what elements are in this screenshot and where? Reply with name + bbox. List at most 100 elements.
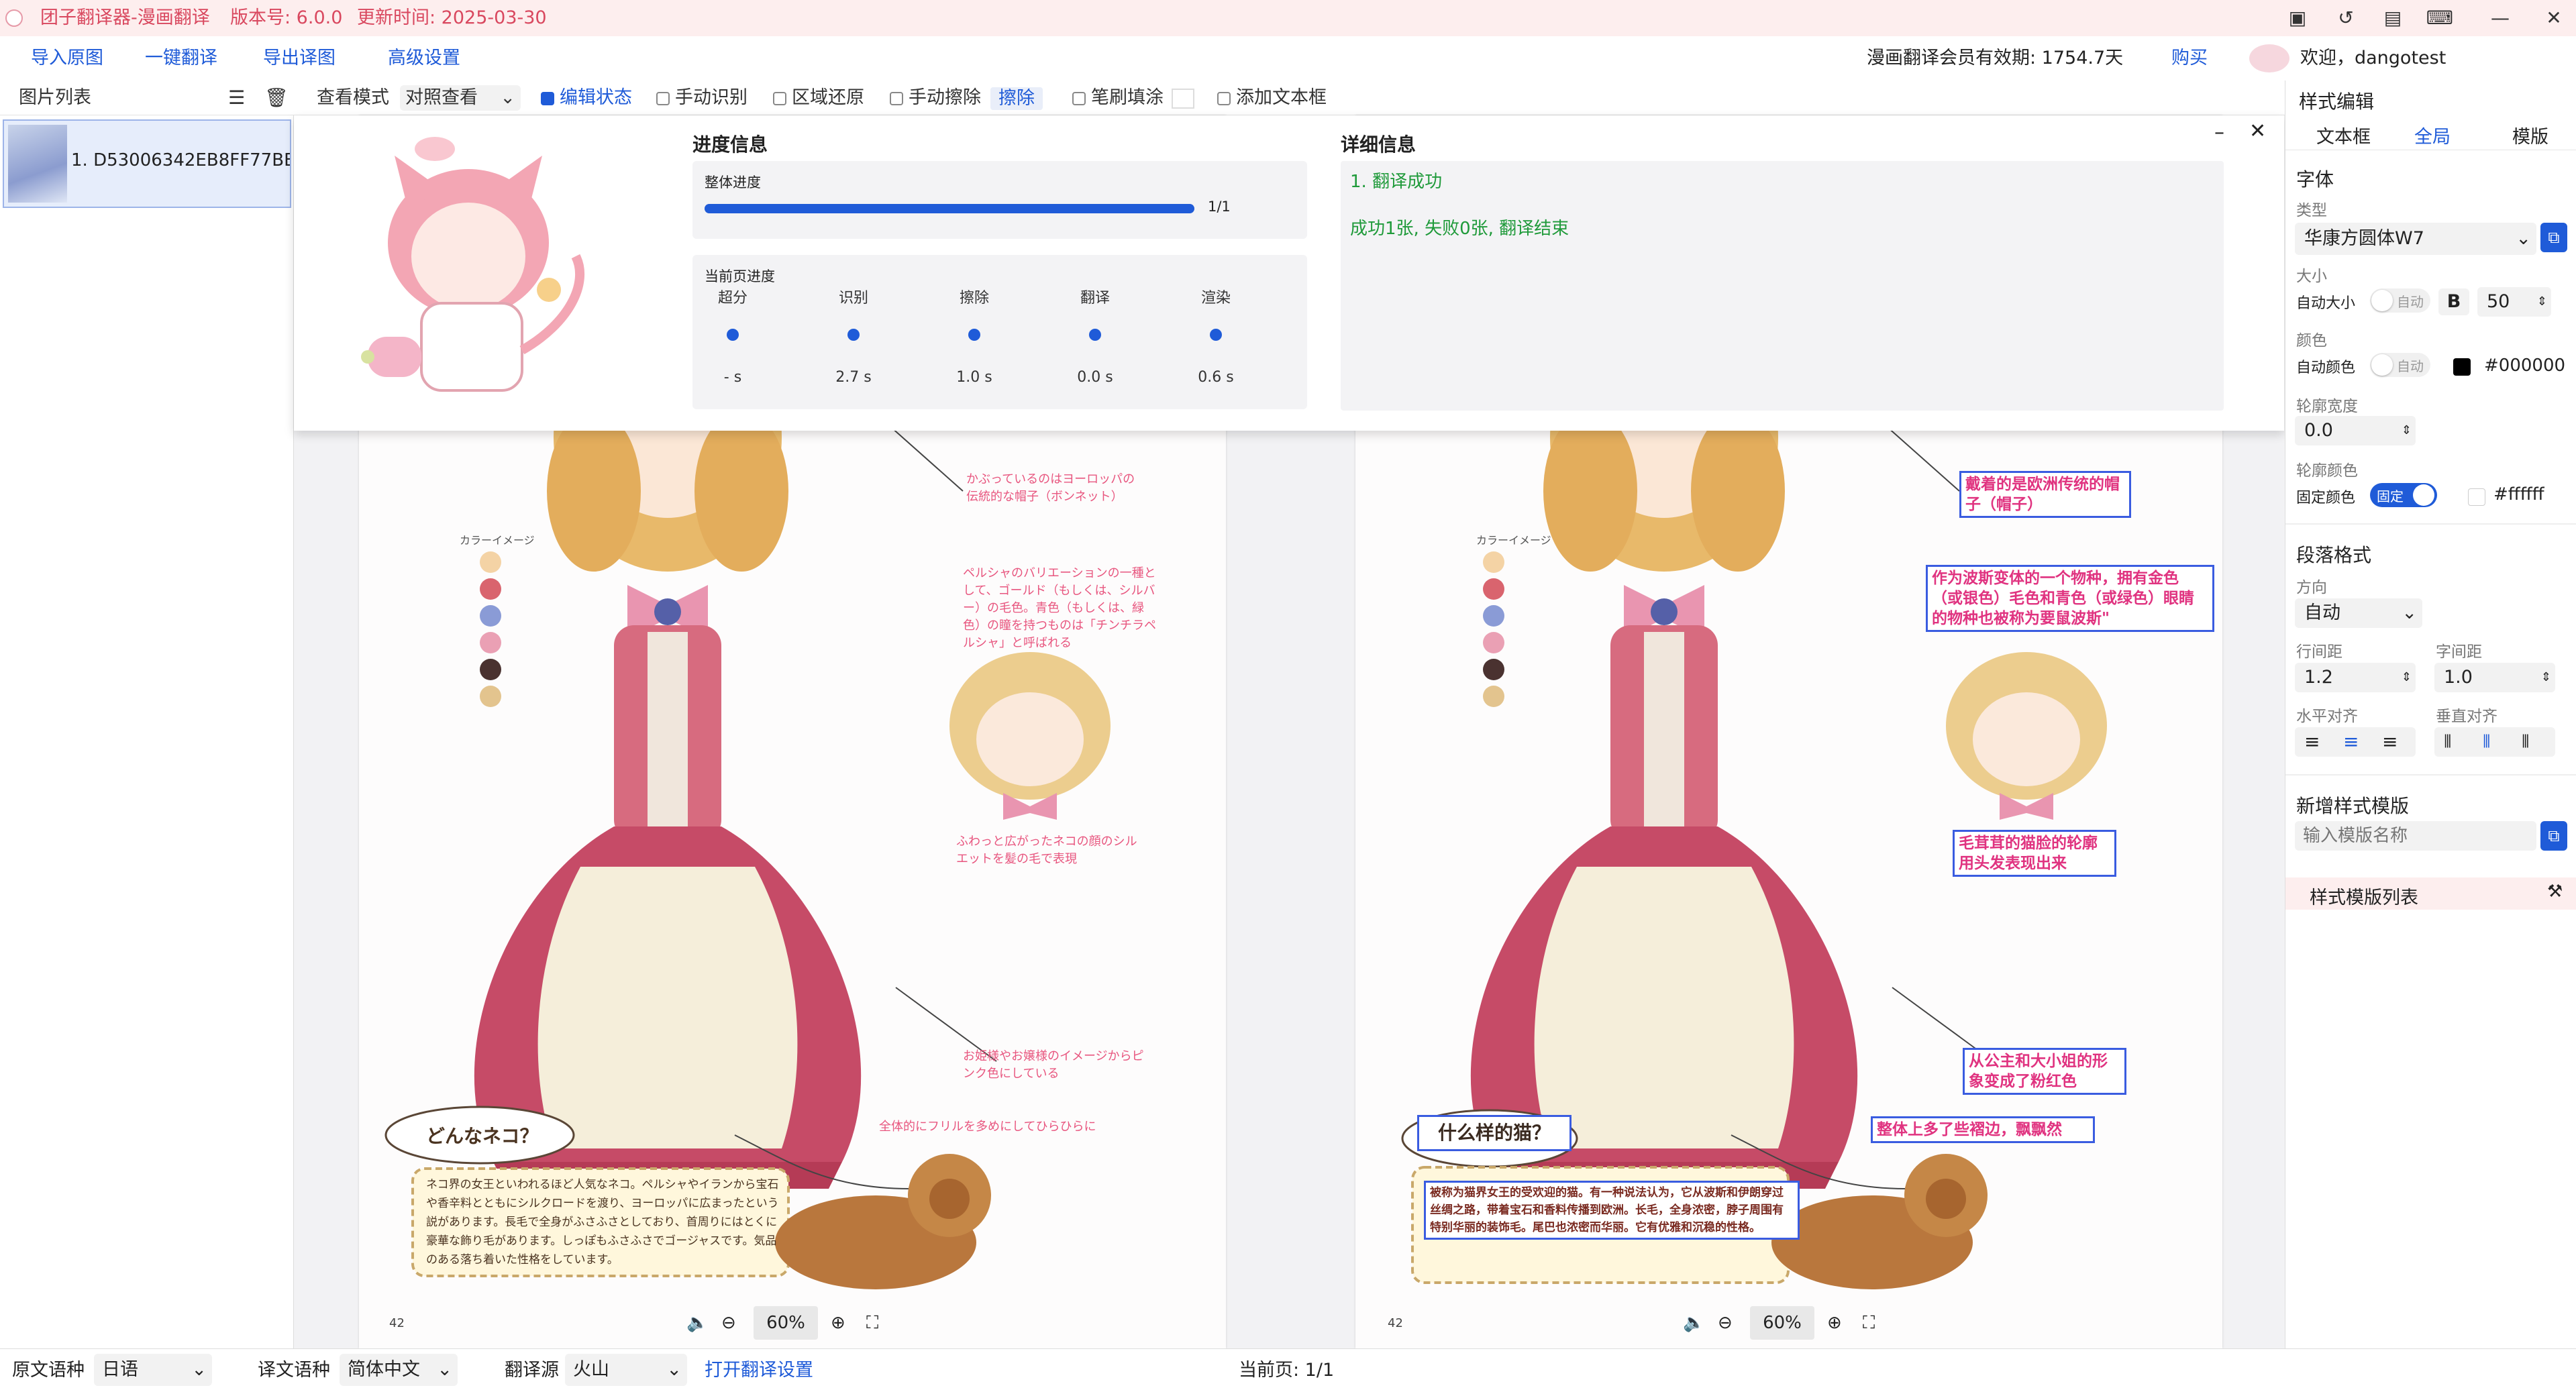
manual-erase-label: 手动擦除 [909, 87, 981, 108]
advanced-settings-button[interactable]: 高级设置 [388, 36, 460, 81]
thumbnail-image [8, 125, 67, 203]
fullscreen-icon[interactable]: ⛶ [1863, 1306, 1875, 1340]
valign-bottom-icon[interactable]: ⦀ [2522, 727, 2529, 757]
char-spacing-input[interactable]: 1.0 ⇕ [2434, 663, 2555, 692]
chevron-down-icon: ⌄ [191, 1359, 207, 1380]
manual-ocr-checkbox[interactable]: 手动识别 [656, 81, 748, 115]
import-original-button[interactable]: 导入原图 [31, 36, 103, 81]
one-click-translate-button[interactable]: 一键翻译 [145, 36, 217, 81]
history-icon[interactable]: ↺ [2328, 4, 2363, 32]
brush-color-swatch[interactable] [1172, 89, 1194, 109]
font-select[interactable]: 华康方圆体W7 ⌄ [2295, 223, 2536, 255]
keyboard-icon[interactable]: ⌨ [2422, 4, 2457, 32]
horizontal-align-label: 水平对齐 [2296, 708, 2358, 725]
progress-dialog: 进度信息 整体进度 1/1 当前页进度 当前页进度 超分- s识别2.7 s擦除… [294, 115, 2284, 431]
buy-button[interactable]: 购买 [2171, 36, 2208, 81]
direction-select[interactable]: 自动 ⌄ [2295, 598, 2422, 628]
font-browse-icon[interactable]: ⧉ [2540, 223, 2567, 252]
avatar[interactable] [2249, 44, 2289, 72]
swatch-6 [1483, 686, 1504, 707]
zoom-out-icon[interactable]: ⊖ [721, 1306, 736, 1340]
outline-width-input[interactable]: 0.0 ⇕ [2295, 416, 2416, 445]
zoom-out-icon[interactable]: ⊖ [1718, 1306, 1733, 1340]
volume-icon[interactable]: 🔈 [686, 1306, 708, 1340]
line-spacing-value: 1.2 [2304, 667, 2333, 688]
fullscreen-icon[interactable]: ⛶ [866, 1306, 878, 1340]
stepper-icon[interactable]: ⇕ [2402, 416, 2412, 445]
trash-icon[interactable]: 🗑 [264, 81, 289, 115]
manual-erase-checkbox[interactable]: 手动擦除 [890, 81, 981, 115]
valign-center-icon[interactable]: ⦀ [2483, 727, 2490, 757]
image-list-panel: 1. D53006342EB8FF77BBD2 [0, 115, 294, 1348]
volume-icon[interactable]: 🔈 [1683, 1306, 1704, 1340]
source-language-select[interactable]: 日语 ⌄ [94, 1354, 212, 1386]
font-color-swatch[interactable] [2453, 358, 2471, 376]
minimize-icon[interactable]: — [2483, 4, 2518, 32]
fixed-color-toggle[interactable]: 固定 [2370, 483, 2437, 507]
close-window-icon[interactable]: ✕ [2536, 4, 2571, 32]
bold-button[interactable]: B [2438, 288, 2469, 315]
auto-size-toggle[interactable]: 自动 [2370, 288, 2430, 313]
brush-fill-checkbox[interactable]: 笔刷填涂 [1072, 81, 1164, 115]
erase-mode-button[interactable]: 擦除 [990, 87, 1043, 110]
stepper-icon[interactable]: ⇕ [2541, 663, 2551, 692]
wand-icon[interactable]: ⚒ [2547, 881, 2563, 902]
translated-textbox-silhouette[interactable]: 毛茸茸的猫脸的轮廓用头发表现出来 [1953, 830, 2116, 877]
align-center-icon[interactable]: ≡ [2343, 727, 2359, 757]
view-mode-select[interactable]: 对照查看 ⌄ [400, 85, 521, 111]
translated-textbox-frills[interactable]: 整体上多了些褶边，飘飘然 [1871, 1116, 2095, 1143]
chevron-down-icon: ⌄ [500, 87, 515, 108]
outline-color-value[interactable]: #ffffff [2493, 484, 2544, 504]
color-image-label: カラーイメージ [460, 534, 535, 547]
add-textbox-checkbox[interactable]: 添加文本框 [1217, 81, 1327, 115]
overall-progress-count: 1/1 [1208, 199, 1231, 215]
page-progress-card-bg: 当前页进度 超分 - s 识别 2.7 s 擦除 1.0 s 翻译 0.0 s 渲染 0.6 s [692, 255, 1307, 409]
tab-global[interactable]: 全局 [2414, 122, 2451, 148]
zoom-in-icon[interactable]: ⊕ [1827, 1306, 1842, 1340]
book-icon[interactable]: ▣ [2280, 4, 2315, 32]
mascot-illustration [361, 137, 585, 392]
zoom-in-icon[interactable]: ⊕ [831, 1306, 845, 1340]
auto-color-toggle[interactable]: 自动 [2370, 353, 2430, 377]
align-right-icon[interactable]: ≡ [2382, 727, 2398, 757]
translated-textbox-pink[interactable]: 从公主和大小姐的形象变成了粉红色 [1963, 1048, 2126, 1095]
document-icon[interactable]: ▤ [2375, 4, 2410, 32]
list-item[interactable]: 1. D53006342EB8FF77BBD2 [3, 119, 291, 208]
tab-template[interactable]: 模版 [2512, 122, 2548, 148]
translated-info-box[interactable]: 被称为猫界女王的受欢迎的猫。有一种说法认为，它从波斯和伊朗穿过丝绸之路，带着宝石… [1424, 1181, 1800, 1240]
stage-time: 0.0 s [1077, 369, 1113, 386]
stepper-icon[interactable]: ⇕ [2537, 287, 2547, 317]
translated-textbox-bonnet[interactable]: 戴着的是欧洲传统的帽子（帽子） [1959, 471, 2131, 518]
swatch-1 [480, 551, 501, 573]
valign-top-icon[interactable]: ⦀ [2444, 727, 2451, 757]
translated-bubble-title[interactable]: 什么样的猫？ [1417, 1115, 1572, 1151]
engine-select[interactable]: 火山 ⌄ [565, 1354, 687, 1386]
target-language-select[interactable]: 简体中文 ⌄ [340, 1354, 458, 1386]
close-dialog-icon[interactable]: ✕ [2249, 119, 2266, 143]
outline-color-swatch[interactable] [2468, 488, 2485, 506]
font-size-input[interactable]: 50 ⇕ [2477, 287, 2551, 317]
list-toggle-icon[interactable]: ☰ [228, 81, 245, 115]
auto-color-toggle-text: 自动 [2397, 358, 2424, 374]
tab-textbox[interactable]: 文本框 [2316, 122, 2371, 148]
edit-state-checkbox[interactable]: 编辑状态 [541, 81, 632, 115]
title-bar: 团子翻译器-漫画翻译 版本号: 6.0.0 更新时间: 2025-03-30 ▣… [0, 0, 2576, 36]
translated-textbox-persian[interactable]: 作为波斯变体的一个物种，拥有金色（或银色）毛色和青色（或绿色）眼睛的物种也被称为… [1926, 565, 2214, 632]
region-restore-checkbox[interactable]: 区域还原 [773, 81, 864, 115]
style-editor-panel: 样式编辑 文本框 全局 模版 字体 类型 华康方圆体W7 ⌄ ⧉ 大小 自动大小 … [2285, 81, 2576, 1348]
save-template-icon[interactable]: ⧉ [2540, 821, 2567, 851]
template-list-header[interactable]: 样式模版列表 ⚒ [2285, 877, 2576, 910]
export-translated-button[interactable]: 导出译图 [263, 36, 336, 81]
open-translation-settings-link[interactable]: 打开翻译设置 [705, 1348, 813, 1392]
stepper-icon[interactable]: ⇕ [2402, 663, 2412, 692]
template-name-input[interactable] [2295, 821, 2536, 851]
source-language-value: 日语 [102, 1359, 138, 1380]
align-left-icon[interactable]: ≡ [2304, 727, 2320, 757]
swatch-4 [1483, 632, 1504, 653]
minimize-dialog-icon[interactable]: – [2214, 121, 2224, 144]
page-number: 42 [389, 1316, 405, 1330]
font-type-label: 类型 [2296, 202, 2327, 219]
view-mode-label: 查看模式 [317, 87, 389, 108]
line-spacing-input[interactable]: 1.2 ⇕ [2295, 663, 2416, 692]
font-color-value[interactable]: #000000 [2484, 356, 2565, 376]
